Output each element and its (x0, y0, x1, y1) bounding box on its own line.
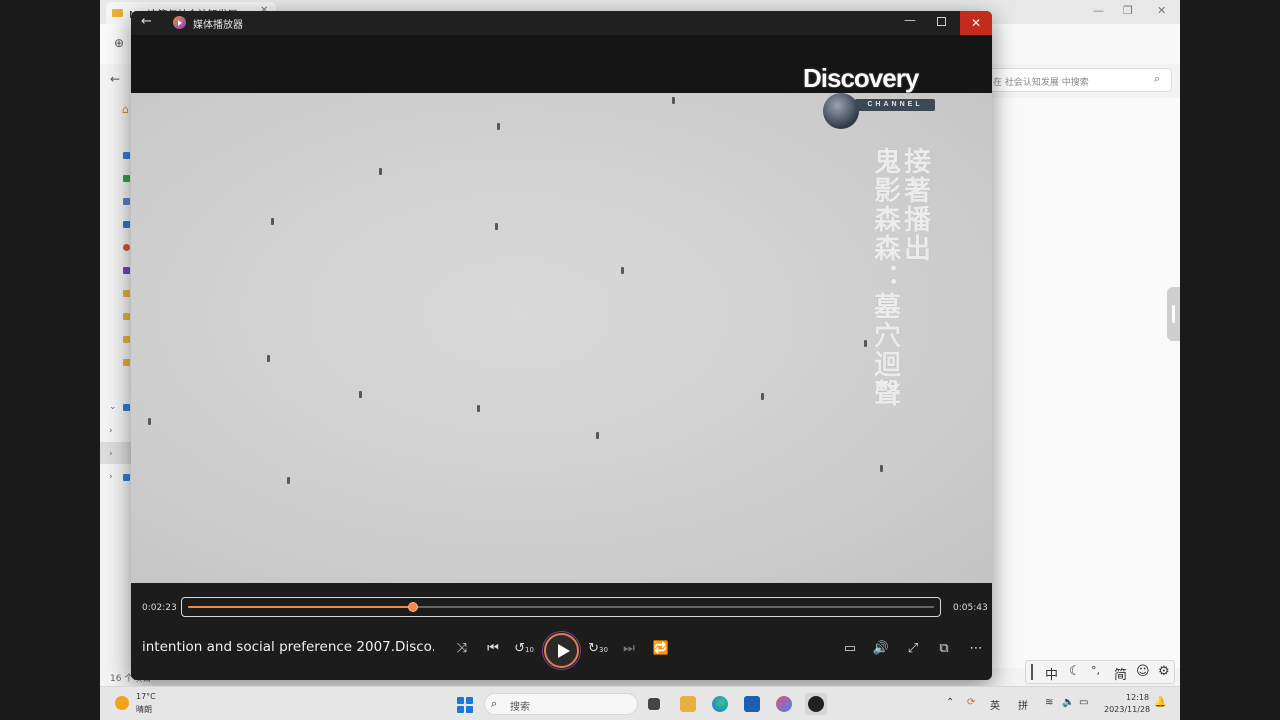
rewind-seconds-label: 10 (524, 646, 534, 654)
forward-30-icon[interactable]: ↻30 (588, 641, 608, 656)
ime-mode-indicator[interactable]: 拼 (1018, 697, 1028, 712)
explorer-search-input[interactable]: 在 社会认知发展 中搜索 (978, 68, 1172, 92)
taskbar-search[interactable]: ⌕ 搜索 (484, 693, 638, 715)
chevron-right-icon[interactable]: › (109, 472, 113, 482)
weather-description[interactable]: 晴朗 (136, 704, 152, 715)
globe-icon (823, 93, 859, 129)
selected-sidebar-item[interactable] (100, 442, 132, 464)
seek-progress (188, 606, 413, 608)
music-icon[interactable] (123, 244, 130, 251)
subtitles-icon[interactable]: ▭ (840, 641, 860, 656)
back-arrow-icon[interactable]: ← (110, 72, 120, 86)
folder-icon[interactable] (123, 359, 130, 366)
scrollbar-handle[interactable] (1167, 287, 1180, 341)
rewind-10-icon[interactable]: ↺10 (514, 641, 534, 656)
mini-player-icon[interactable]: ⧉ (934, 641, 954, 656)
current-time: 0:02:23 (142, 603, 177, 613)
emoji-icon[interactable]: ☺ (1136, 664, 1150, 679)
file-explorer-icon[interactable] (680, 696, 696, 712)
caption-line-1: 接著播出 (899, 147, 930, 263)
copilot-icon[interactable] (776, 696, 792, 712)
sync-icon[interactable]: ⟳ (967, 697, 975, 708)
folder-icon (112, 9, 123, 17)
documents-icon[interactable] (123, 198, 130, 205)
volume-icon[interactable]: 🔊 (871, 641, 891, 656)
desktop-screen: MCI决策与社会认知发展 ✕ — ❐ ✕ ⊕ ← 在 社会认知发展 中搜索 ⌕ … (100, 0, 1180, 720)
downloads-icon[interactable] (123, 175, 130, 182)
explorer-restore-button[interactable]: ❐ (1123, 4, 1133, 17)
search-icon: ⌕ (491, 697, 498, 710)
app-title: 媒体播放器 (193, 20, 243, 31)
battery-icon[interactable]: ▭ (1079, 697, 1088, 708)
wifi-icon[interactable]: ≋ (1045, 697, 1053, 708)
folder-icon[interactable] (123, 290, 130, 297)
store-icon[interactable] (744, 696, 760, 712)
more-options-icon[interactable]: ⋯ (966, 641, 986, 656)
repeat-off-icon[interactable]: 🔁 (651, 641, 671, 656)
explorer-close-button[interactable]: ✕ (1157, 4, 1166, 17)
input-language[interactable]: 英 (990, 697, 1000, 712)
total-time: 0:05:43 (953, 603, 988, 613)
task-view-icon[interactable] (648, 698, 660, 710)
desktop-icon[interactable] (123, 152, 130, 159)
clock-date[interactable]: 2023/11/28 (1104, 705, 1150, 714)
seek-track[interactable] (188, 602, 934, 612)
discovery-logo: Discovery CHANNEL (803, 63, 937, 129)
playback-controls: 0:02:23 0:05:43 intention and social pre… (131, 583, 992, 680)
logo-subtext: CHANNEL (855, 99, 935, 111)
clock-time[interactable]: 12:18 (1126, 693, 1149, 702)
previous-track-icon[interactable]: ⏮ (483, 641, 503, 656)
forward-seconds-label: 30 (598, 646, 608, 654)
fullscreen-icon[interactable]: ⤢ (903, 641, 923, 656)
media-player-window: ← 媒体播放器 — ✕ Discovery CHANNEL 接著播出 鬼影森森：… (131, 11, 992, 680)
network-icon[interactable] (123, 474, 130, 481)
sun-icon[interactable] (115, 696, 129, 710)
media-title: intention and social preference 2007.Dis… (142, 639, 434, 655)
moon-icon[interactable]: ☾ (1069, 664, 1081, 679)
chevron-right-icon[interactable]: › (109, 426, 113, 436)
new-item-icon[interactable]: ⊕ (114, 36, 124, 50)
home-icon[interactable]: ⌂ (122, 103, 129, 116)
volume-icon[interactable]: 🔈 (1062, 697, 1074, 708)
play-button[interactable] (542, 631, 581, 670)
minimize-button[interactable]: — (904, 13, 916, 27)
start-button[interactable] (457, 697, 473, 713)
video-frame (131, 93, 992, 583)
explorer-sidebar: ⌂ ⌄ › › › (100, 98, 132, 668)
caption-line-2: 鬼影森森：墓穴迴聲 (869, 147, 900, 408)
logo-text: Discovery (803, 63, 919, 93)
media-player-icon (173, 16, 186, 29)
weather-temperature[interactable]: 17°C (136, 692, 156, 701)
ime-charset-toggle[interactable]: 简 (1114, 664, 1127, 683)
next-track-icon[interactable]: ⏭ (619, 641, 639, 656)
search-icon[interactable]: ⌕ (1154, 72, 1160, 86)
player-titlebar: ← 媒体播放器 — ✕ (131, 11, 992, 35)
this-pc-icon[interactable] (123, 404, 130, 411)
close-button[interactable]: ✕ (960, 11, 992, 35)
media-player-icon (808, 696, 824, 712)
chevron-up-icon[interactable]: ⌃ (946, 697, 954, 708)
folder-icon[interactable] (123, 313, 130, 320)
edge-icon[interactable] (712, 696, 728, 712)
pictures-icon[interactable] (123, 221, 130, 228)
maximize-button[interactable] (937, 17, 946, 26)
gear-icon[interactable]: ⚙ (1158, 664, 1170, 679)
folder-icon[interactable] (123, 336, 130, 343)
back-arrow-icon[interactable]: ← (141, 14, 152, 29)
explorer-minimize-button[interactable]: — (1093, 4, 1104, 17)
ime-toolbar: 中 ☾ °, 简 ☺ ⚙ (1025, 660, 1175, 684)
notification-icon[interactable]: 🔔 (1154, 697, 1166, 708)
chevron-right-icon[interactable]: › (109, 449, 113, 459)
taskbar-search-label: 搜索 (510, 702, 530, 713)
ime-punctuation-toggle[interactable]: °, (1091, 664, 1100, 677)
shuffle-icon[interactable]: ⤨ (452, 641, 472, 656)
seek-thumb[interactable] (407, 602, 418, 612)
ime-mode-toggle[interactable]: 中 (1045, 664, 1058, 683)
videos-icon[interactable] (123, 267, 130, 274)
chevron-down-icon[interactable]: ⌄ (109, 402, 117, 412)
seek-bar[interactable] (181, 597, 941, 617)
ime-drag-handle[interactable] (1031, 664, 1033, 680)
video-area[interactable]: Discovery CHANNEL 接著播出 鬼影森森：墓穴迴聲 (131, 35, 992, 583)
taskbar: 17°C 晴朗 ⌕ 搜索 ⌃ ⟳ 英 拼 ≋ 🔈 ▭ 12:18 2023/11… (100, 686, 1180, 720)
